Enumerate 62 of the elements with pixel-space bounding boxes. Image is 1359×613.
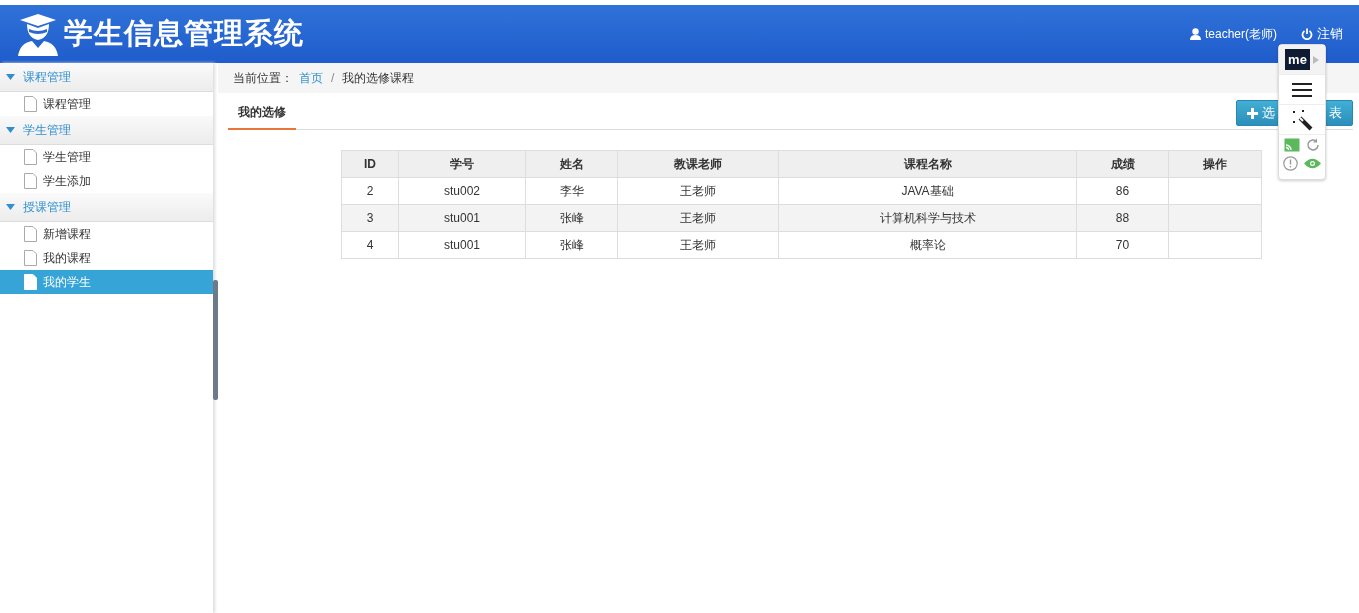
table-cell: 李华: [525, 177, 618, 205]
breadcrumb-current: 我的选修课程: [342, 69, 415, 87]
table-cell: 70: [1076, 231, 1169, 259]
table-cell: stu002: [398, 177, 526, 205]
table-cell: 概率论: [778, 231, 1077, 259]
table-cell: 3: [341, 204, 399, 232]
breadcrumb-prefix: 当前位置：: [233, 69, 293, 87]
table-cell: 4: [341, 231, 399, 259]
table-cell: 张峰: [525, 204, 618, 232]
group-label: 授课管理: [23, 198, 71, 216]
column-header: 姓名: [525, 150, 618, 178]
column-header: 课程名称: [778, 150, 1077, 178]
document-icon: [24, 173, 37, 189]
document-icon: [24, 250, 37, 266]
magic-wand-icon[interactable]: [1291, 108, 1313, 131]
caret-icon: [6, 204, 15, 210]
column-header: 教课老师: [617, 150, 779, 178]
column-header: 学号: [398, 150, 526, 178]
sidebar-item[interactable]: 课程管理: [0, 92, 213, 116]
column-header: ID: [341, 150, 399, 178]
menu-icon[interactable]: [1292, 82, 1312, 97]
table-cell: 王老师: [617, 177, 779, 205]
user-icon: [1189, 28, 1201, 40]
logout-link[interactable]: 注销: [1317, 25, 1343, 43]
extension-logo[interactable]: me: [1285, 49, 1310, 70]
refresh-icon[interactable]: [1306, 137, 1320, 152]
cast-icon[interactable]: [1284, 137, 1300, 152]
table-cell: 王老师: [617, 231, 779, 259]
column-header: 操作: [1168, 150, 1262, 178]
table-cell: stu001: [398, 231, 526, 259]
sidebar-item[interactable]: 学生管理: [0, 145, 213, 169]
table-cell: 计算机科学与技术: [778, 204, 1077, 232]
table-cell: stu001: [398, 204, 526, 232]
table-cell: JAVA基础: [778, 177, 1077, 205]
plus-icon: [1247, 107, 1258, 119]
graduate-icon: [16, 12, 60, 56]
table-cell: 86: [1076, 177, 1169, 205]
sidebar-item[interactable]: 新增课程: [0, 222, 213, 246]
splitter-handle[interactable]: [213, 280, 218, 400]
tab[interactable]: 我的选修: [228, 104, 296, 130]
app-title: 学生信息管理系统: [64, 16, 304, 51]
table-cell: 张峰: [525, 231, 618, 259]
play-icon[interactable]: [1312, 55, 1319, 64]
document-icon: [24, 96, 37, 112]
warning-icon[interactable]: [1283, 156, 1298, 171]
user-name: teacher(老师): [1204, 25, 1277, 43]
power-icon[interactable]: [1301, 28, 1313, 40]
eye-icon[interactable]: [1304, 158, 1321, 169]
table-cell: 2: [341, 177, 399, 205]
separator: /: [331, 71, 335, 85]
caret-icon: [6, 74, 15, 80]
document-icon: [24, 274, 37, 290]
group-label: 课程管理: [23, 68, 71, 86]
caret-icon: [6, 127, 15, 133]
table-cell: 88: [1076, 204, 1169, 232]
document-icon: [24, 149, 37, 165]
column-header: 成绩: [1076, 150, 1169, 178]
sidebar-item[interactable]: 学生添加: [0, 169, 213, 193]
table-cell: 王老师: [617, 204, 779, 232]
group-label: 学生管理: [23, 121, 71, 139]
sidebar-item[interactable]: 我的课程: [0, 246, 213, 270]
document-icon: [24, 226, 37, 242]
